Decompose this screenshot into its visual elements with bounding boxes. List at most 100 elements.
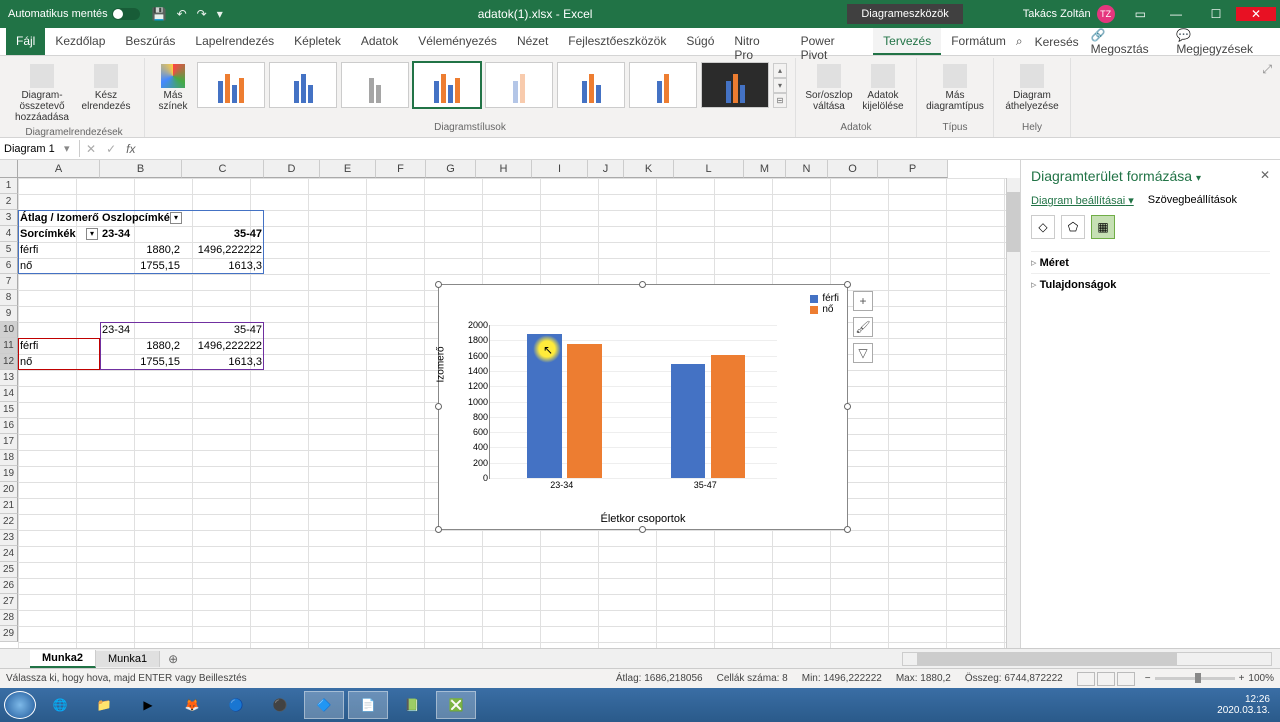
- column-headers[interactable]: ABCDEFGHIJKLMNOP: [18, 160, 948, 178]
- taskbar-firefox[interactable]: 🦊: [172, 691, 212, 719]
- chart-style-7[interactable]: [629, 62, 697, 108]
- accept-edit-icon[interactable]: ✓: [106, 142, 116, 156]
- select-all-corner[interactable]: [0, 160, 18, 178]
- maximize-button[interactable]: ☐: [1196, 7, 1236, 21]
- taskbar-ie[interactable]: 🌐: [40, 691, 80, 719]
- cell-b11[interactable]: 1880,2: [100, 338, 182, 354]
- styles-scroll-up[interactable]: ▴: [773, 63, 787, 78]
- cell-a5[interactable]: férfi: [18, 242, 100, 258]
- chart-style-4[interactable]: [413, 62, 481, 108]
- ribbon-display-icon[interactable]: ▭: [1135, 7, 1146, 21]
- zoom-out-button[interactable]: −: [1145, 673, 1151, 684]
- tab-review[interactable]: Véleményezés: [408, 28, 507, 55]
- zoom-in-button[interactable]: +: [1239, 673, 1245, 684]
- styles-scroll-down[interactable]: ▾: [773, 78, 787, 93]
- view-pagebreak-icon[interactable]: [1117, 672, 1135, 686]
- fx-icon[interactable]: fx: [126, 142, 135, 156]
- tab-pagelayout[interactable]: Lapelrendezés: [185, 28, 284, 55]
- fill-line-icon[interactable]: ◇: [1031, 215, 1055, 239]
- tab-powerpivot[interactable]: Power Pivot: [791, 28, 874, 55]
- cell-b4[interactable]: 23-34: [100, 226, 182, 242]
- panel-close-icon[interactable]: ✕: [1260, 168, 1270, 182]
- size-props-icon[interactable]: ▦: [1091, 215, 1115, 239]
- chart-style-5[interactable]: [485, 62, 553, 108]
- chart-style-2[interactable]: [269, 62, 337, 108]
- taskbar-obs[interactable]: ⚫: [260, 691, 300, 719]
- x-axis-title[interactable]: Életkor csoportok: [439, 513, 847, 525]
- close-button[interactable]: ✕: [1236, 7, 1276, 21]
- tab-developer[interactable]: Fejlesztőeszközök: [558, 28, 676, 55]
- row-headers[interactable]: 1234567891011121314151617181920212223242…: [0, 178, 18, 642]
- taskbar-app2[interactable]: 📗: [392, 691, 432, 719]
- cell-c10[interactable]: 35-47: [182, 322, 264, 338]
- vertical-scrollbar[interactable]: [1006, 178, 1020, 648]
- worksheet[interactable]: ABCDEFGHIJKLMNOP 12345678910111213141516…: [0, 160, 1020, 648]
- cell-c4[interactable]: 35-47: [182, 226, 264, 242]
- section-size[interactable]: Méret: [1031, 251, 1270, 273]
- cell-c6[interactable]: 1613,3: [182, 258, 264, 274]
- undo-icon[interactable]: ↶: [177, 7, 187, 21]
- chart-filters-button[interactable]: ▽: [853, 343, 873, 363]
- view-normal-icon[interactable]: [1077, 672, 1095, 686]
- chart-style-1[interactable]: [197, 62, 265, 108]
- effects-icon[interactable]: ⬠: [1061, 215, 1085, 239]
- system-tray[interactable]: 12:26 2020.03.13.: [1217, 694, 1276, 716]
- collapse-ribbon-icon[interactable]: ⤢: [1258, 58, 1276, 137]
- add-chart-element-button[interactable]: Diagram-összetevő hozzáadása: [12, 62, 72, 125]
- taskbar-explorer[interactable]: 📁: [84, 691, 124, 719]
- tab-formulas[interactable]: Képletek: [284, 28, 351, 55]
- switch-row-col-button[interactable]: Sor/oszlop váltása: [804, 62, 854, 114]
- cell-b6[interactable]: 1755,15: [100, 258, 182, 274]
- cell-c12[interactable]: 1613,3: [182, 354, 264, 370]
- chart-style-6[interactable]: [557, 62, 625, 108]
- cell-a11[interactable]: férfi: [18, 338, 100, 354]
- save-icon[interactable]: 💾: [152, 7, 167, 21]
- taskbar-media[interactable]: ▶: [128, 691, 168, 719]
- share-button[interactable]: 🔗 Megosztás: [1091, 28, 1165, 56]
- avatar[interactable]: TZ: [1097, 5, 1115, 23]
- user-name[interactable]: Takács Zoltán: [1023, 8, 1091, 20]
- select-data-button[interactable]: Adatok kijelölése: [858, 62, 908, 114]
- minimize-button[interactable]: —: [1156, 7, 1196, 21]
- tab-insert[interactable]: Beszúrás: [115, 28, 185, 55]
- taskbar-app1[interactable]: 🔷: [304, 691, 344, 719]
- cell-b10[interactable]: 23-34: [100, 322, 182, 338]
- change-colors-button[interactable]: Más színek: [153, 62, 193, 114]
- cell-b12[interactable]: 1755,15: [100, 354, 182, 370]
- tab-home[interactable]: Kezdőlap: [45, 28, 115, 55]
- add-sheet-button[interactable]: ⊕: [160, 652, 186, 666]
- zoom-slider[interactable]: [1155, 677, 1235, 680]
- section-properties[interactable]: Tulajdonságok: [1031, 273, 1270, 295]
- name-box[interactable]: ▾: [0, 140, 80, 157]
- chart-tools-tab[interactable]: Diagrameszközök: [847, 4, 962, 24]
- tab-file[interactable]: Fájl: [6, 28, 45, 55]
- cell-a6[interactable]: nő: [18, 258, 100, 274]
- comments-button[interactable]: 💬 Megjegyzések: [1176, 28, 1268, 56]
- taskbar-chrome[interactable]: 🔵: [216, 691, 256, 719]
- chart-style-3[interactable]: [341, 62, 409, 108]
- chart-elements-button[interactable]: +: [853, 291, 873, 311]
- autosave-toggle[interactable]: Automatikus mentés: [4, 8, 144, 20]
- cell-b5[interactable]: 1880,2: [100, 242, 182, 258]
- chart-style-8[interactable]: [701, 62, 769, 108]
- panel-tab-text[interactable]: Szövegbeállítások: [1148, 194, 1237, 207]
- panel-tab-options[interactable]: Diagram beállításai ▾: [1031, 194, 1134, 207]
- y-axis-title[interactable]: Izomerő: [436, 346, 447, 382]
- change-chart-type-button[interactable]: Más diagramtípus: [925, 62, 985, 114]
- move-chart-button[interactable]: Diagram áthelyezése: [1002, 62, 1062, 114]
- styles-more[interactable]: ⊟: [773, 93, 787, 108]
- tab-help[interactable]: Súgó: [676, 28, 724, 55]
- cancel-edit-icon[interactable]: ✕: [86, 142, 96, 156]
- tab-view[interactable]: Nézet: [507, 28, 558, 55]
- tab-nitro[interactable]: Nitro Pro: [724, 28, 790, 55]
- taskbar-word[interactable]: 📄: [348, 691, 388, 719]
- redo-icon[interactable]: ↷: [197, 7, 207, 21]
- name-box-input[interactable]: [4, 142, 64, 155]
- col-labels-dropdown[interactable]: ▾: [170, 212, 182, 224]
- cell-c5[interactable]: 1496,222222: [182, 242, 264, 258]
- view-pagelayout-icon[interactable]: [1097, 672, 1115, 686]
- tab-data[interactable]: Adatok: [351, 28, 408, 55]
- sheet-tab-munka2[interactable]: Munka2: [30, 650, 96, 668]
- qat-more-icon[interactable]: ▾: [217, 7, 223, 21]
- zoom-level[interactable]: 100%: [1248, 673, 1274, 684]
